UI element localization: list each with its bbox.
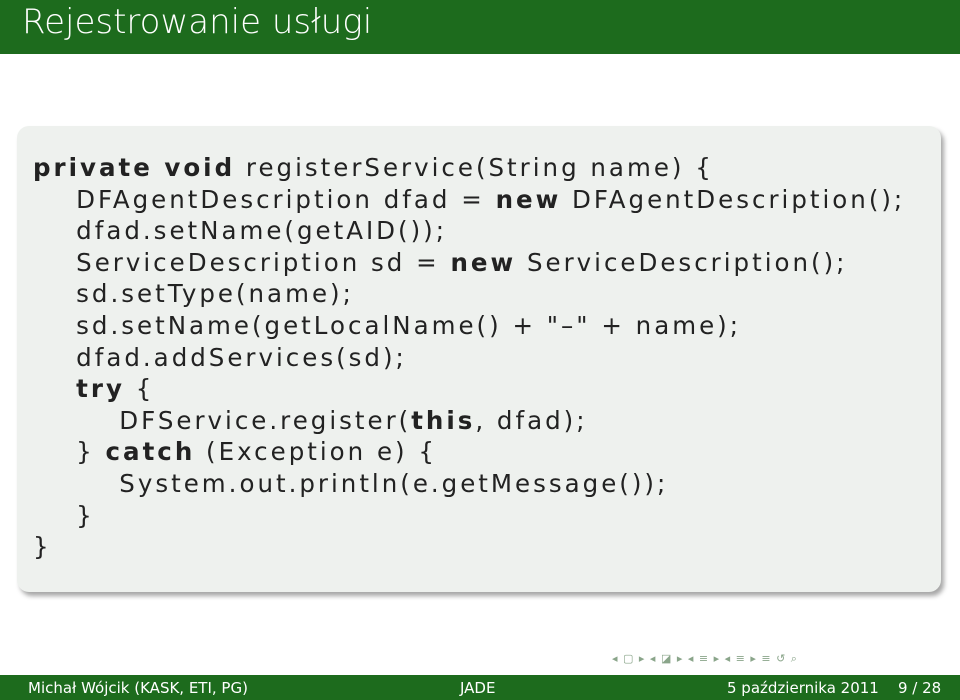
code-line: dfad.addServices(sd);: [33, 342, 905, 374]
code-text: DFAgentDescription();: [561, 184, 906, 214]
code-text: dfad.addServices(sd);: [33, 342, 407, 372]
code-text: }: [33, 532, 52, 562]
code-line: }: [33, 531, 905, 563]
code-keyword: this: [411, 405, 476, 435]
code-text: }: [33, 500, 95, 530]
code-line: dfad.setName(getAID());: [33, 215, 905, 247]
code-text: (Exception e) {: [195, 437, 437, 467]
footer-author: Michał Wójcik (KASK, ETI, PG): [28, 679, 248, 697]
slide-title: Rejestrowanie usługi: [22, 2, 373, 42]
code-block: private void registerService(String name…: [17, 126, 941, 592]
footer-page-number: 9 / 28: [898, 679, 942, 697]
code-line: } catch (Exception e) {: [33, 436, 905, 468]
footer-bar: Michał Wójcik (KASK, ETI, PG) JADE 5 paź…: [0, 675, 960, 700]
code-line: sd.setType(name);: [33, 278, 905, 310]
code-text: DFService.register(: [33, 405, 412, 435]
code-line: private void registerService(String name…: [33, 152, 905, 184]
footer-topic: JADE: [460, 679, 496, 697]
code-text: registerService(String name) {: [235, 153, 714, 182]
code-text: System.out.println(e.getMessage());: [33, 468, 669, 498]
beamer-navigation[interactable]: ◂ ▢ ▸ ◂ ◪ ▸ ◂ ≡ ▸ ◂ ≡ ▸ ≡ ↺ ⌕: [612, 652, 798, 666]
code-keyword: new: [495, 184, 562, 214]
code-line: DFAgentDescription dfad = new DFAgentDes…: [33, 184, 905, 216]
code-line: try {: [33, 373, 905, 405]
code-text: }: [33, 437, 106, 467]
code-text: DFAgentDescription dfad =: [33, 184, 496, 214]
code-line: System.out.println(e.getMessage());: [33, 468, 905, 500]
code-keyword: new: [450, 247, 517, 277]
code-keyword: catch: [105, 437, 196, 467]
code-text: ServiceDescription sd =: [33, 247, 451, 277]
code-text: {: [124, 374, 155, 404]
code-line: DFService.register(this, dfad);: [33, 405, 905, 437]
code-line: }: [33, 500, 905, 532]
footer-date: 5 października 2011: [727, 679, 879, 697]
code-keyword: try: [76, 374, 125, 404]
code-line: sd.setName(getLocalName() + "–" + name);: [33, 310, 905, 342]
code-text: ServiceDescription();: [516, 247, 848, 277]
code-keyword: private void: [33, 153, 236, 182]
code-text: sd.setName(getLocalName() + "–" + name);: [33, 310, 741, 340]
code-text: dfad.setName(getAID());: [33, 216, 447, 246]
code-text: sd.setType(name);: [33, 279, 354, 309]
code-listing: private void registerService(String name…: [33, 152, 905, 563]
title-bar: Rejestrowanie usługi: [0, 0, 960, 54]
code-text: , dfad);: [475, 405, 588, 435]
navigation-symbols[interactable]: ◂ ▢ ▸ ◂ ◪ ▸ ◂ ≡ ▸ ◂ ≡ ▸ ≡ ↺ ⌕: [612, 652, 798, 665]
code-line: ServiceDescription sd = new ServiceDescr…: [33, 247, 905, 279]
